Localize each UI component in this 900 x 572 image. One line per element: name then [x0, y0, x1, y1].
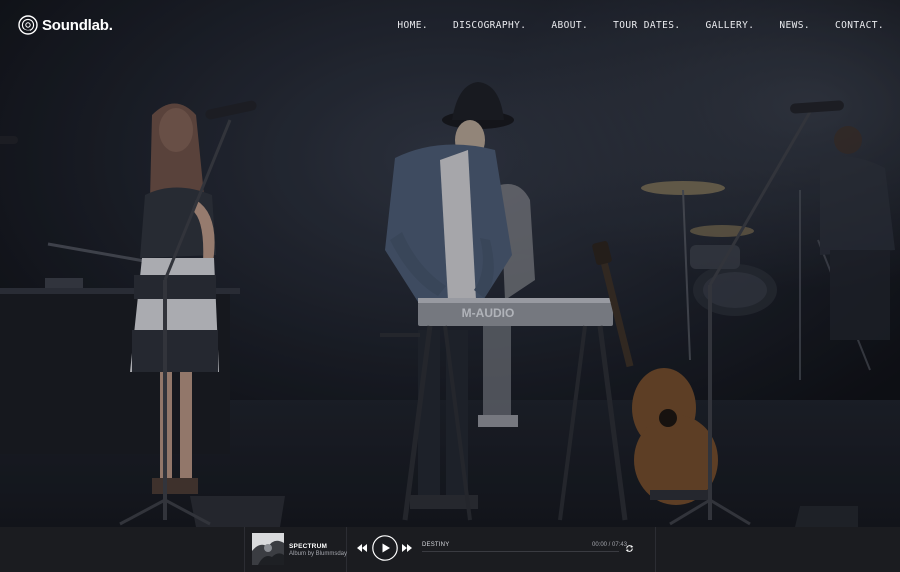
nav-home[interactable]: HOME.: [397, 20, 428, 31]
nav-gallery[interactable]: GALLERY.: [705, 20, 754, 31]
time-display: 00:00 / 07:43: [592, 542, 628, 548]
album-title: SPECTRUM: [289, 543, 328, 550]
brand-logo[interactable]: Soundlab.: [18, 15, 113, 35]
music-player: [0, 527, 900, 572]
track-name: DESTINY: [422, 542, 450, 548]
divider: [244, 527, 245, 572]
nav-discography[interactable]: DISCOGRAPHY.: [453, 20, 526, 31]
progress-bar[interactable]: [422, 551, 619, 552]
brand-name: Soundlab.: [42, 16, 113, 34]
album-subtitle: Album by Blummsday: [289, 551, 348, 557]
rewind-icon[interactable]: [356, 543, 368, 553]
album-cover[interactable]: [252, 533, 284, 565]
nav-tour-dates[interactable]: TOUR DATES.: [613, 20, 680, 31]
nav-about[interactable]: ABOUT.: [551, 20, 588, 31]
play-icon: [382, 543, 390, 553]
nav-news[interactable]: NEWS.: [779, 20, 810, 31]
play-button[interactable]: [372, 535, 398, 561]
repeat-icon[interactable]: [625, 544, 634, 553]
nav-contact[interactable]: CONTACT.: [835, 20, 884, 31]
vinyl-disc-icon: [18, 15, 38, 35]
fast-forward-icon[interactable]: [401, 543, 413, 553]
hero-image: M-AUDIO: [0, 0, 900, 527]
divider: [346, 527, 347, 572]
divider: [655, 527, 656, 572]
main-nav: HOME. DISCOGRAPHY. ABOUT. TOUR DATES. GA…: [372, 20, 884, 31]
site-header: Soundlab. HOME. DISCOGRAPHY. ABOUT. TOUR…: [0, 0, 900, 52]
